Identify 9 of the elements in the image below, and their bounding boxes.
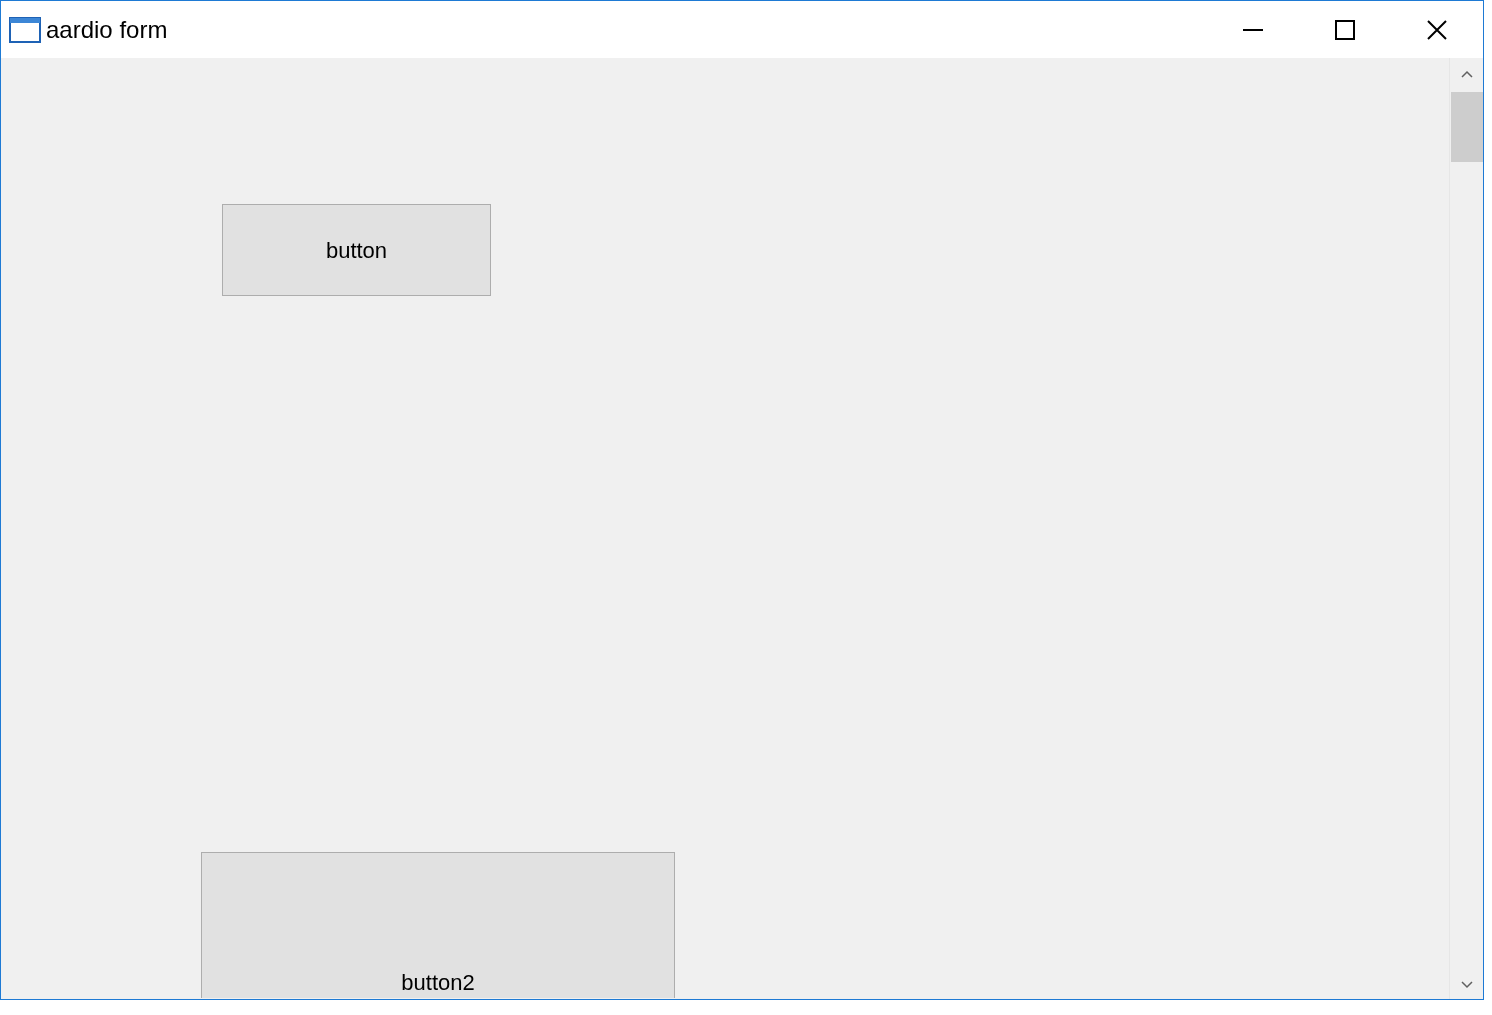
window-title: aardio form [46, 14, 168, 45]
window-icon [9, 16, 41, 43]
maximize-icon [1334, 18, 1356, 41]
push-button[interactable]: button [222, 204, 491, 296]
scrollbar[interactable] [1449, 58, 1483, 999]
scrollbar-thumb[interactable] [1450, 92, 1483, 162]
close-icon [1426, 18, 1448, 41]
minimize-icon [1242, 28, 1264, 31]
push-button[interactable]: button2 [201, 852, 675, 998]
